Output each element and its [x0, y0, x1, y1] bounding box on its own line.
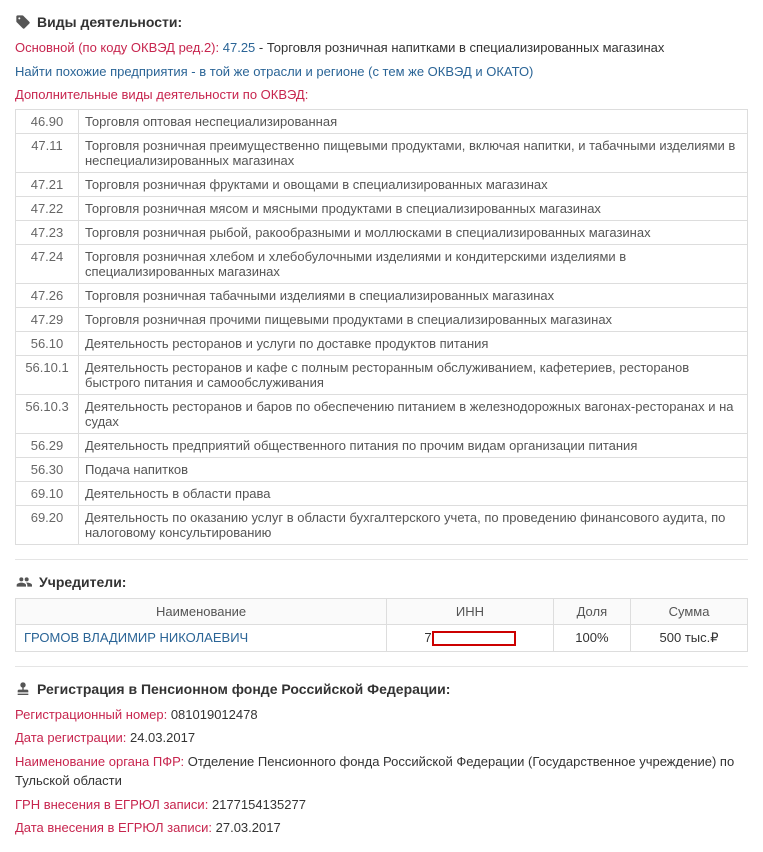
okved-code: 47.23 [16, 220, 79, 244]
okved-code: 69.10 [16, 481, 79, 505]
inn-redacted [432, 631, 516, 646]
pfr-header: Регистрация в Пенсионном фонде Российско… [15, 681, 748, 697]
okved-desc: Деятельность предприятий общественного п… [79, 433, 748, 457]
users-icon [15, 574, 33, 590]
okved-desc: Торговля розничная прочими пищевыми прод… [79, 307, 748, 331]
col-sum: Сумма [631, 598, 748, 624]
founders-header: Учредители: [15, 574, 748, 590]
founder-name-cell: ГРОМОВ ВЛАДИМИР НИКОЛАЕВИЧ [16, 624, 387, 651]
okved-desc: Торговля розничная фруктами и овощами в … [79, 172, 748, 196]
activities-header: Виды деятельности: [15, 14, 748, 30]
table-row: 56.10.1Деятельность ресторанов и кафе с … [16, 355, 748, 394]
okved-code: 47.24 [16, 244, 79, 283]
okved-code: 56.10 [16, 331, 79, 355]
okved-code: 47.26 [16, 283, 79, 307]
table-row: 69.10Деятельность в области права [16, 481, 748, 505]
pfr-regnum-value: 081019012478 [171, 707, 258, 722]
okved-code: 47.11 [16, 133, 79, 172]
table-row: 47.11Торговля розничная преимущественно … [16, 133, 748, 172]
founders-title: Учредители: [39, 574, 126, 590]
pfr-grn-line: ГРН внесения в ЕГРЮЛ записи: 21771541352… [15, 795, 748, 815]
pfr-regdate-line: Дата регистрации: 24.03.2017 [15, 728, 748, 748]
activities-title: Виды деятельности: [37, 14, 182, 30]
main-activity-label: Основной (по коду ОКВЭД ред.2): [15, 40, 219, 55]
okved-desc: Торговля розничная табачными изделиями в… [79, 283, 748, 307]
table-row: 69.20Деятельность по оказанию услуг в об… [16, 505, 748, 544]
okved-desc: Торговля оптовая неспециализированная [79, 109, 748, 133]
pfr-title: Регистрация в Пенсионном фонде Российско… [37, 681, 450, 697]
main-activity-desc: - Торговля розничная напитками в специал… [259, 40, 664, 55]
okved-desc: Торговля розничная рыбой, ракообразными … [79, 220, 748, 244]
main-activity-line: Основной (по коду ОКВЭД ред.2): 47.25 - … [15, 38, 748, 58]
okved-code: 46.90 [16, 109, 79, 133]
col-inn: ИНН [387, 598, 554, 624]
pfr-grn-label: ГРН внесения в ЕГРЮЛ записи: [15, 797, 208, 812]
table-row: 47.22Торговля розничная мясом и мясными … [16, 196, 748, 220]
similar-companies-link[interactable]: Найти похожие предприятия - в той же отр… [15, 64, 533, 79]
okved-desc: Торговля розничная мясом и мясными проду… [79, 196, 748, 220]
founder-sum-cell: 500 тыс.₽ [631, 624, 748, 651]
col-name: Наименование [16, 598, 387, 624]
okved-desc: Торговля розничная преимущественно пищев… [79, 133, 748, 172]
similar-line: Найти похожие предприятия - в той же отр… [15, 62, 748, 82]
founders-table: Наименование ИНН Доля Сумма ГРОМОВ ВЛАДИ… [15, 598, 748, 652]
okved-desc: Деятельность в области права [79, 481, 748, 505]
pfr-regdate-label: Дата регистрации: [15, 730, 126, 745]
table-row: 56.10.3Деятельность ресторанов и баров п… [16, 394, 748, 433]
table-row: ГРОМОВ ВЛАДИМИР НИКОЛАЕВИЧ 7 100%500 тыс.₽ [16, 624, 748, 651]
pfr-grn-value: 2177154135277 [212, 797, 306, 812]
stamp-icon [15, 681, 31, 697]
okved-code: 56.10.3 [16, 394, 79, 433]
okved-table: 46.90Торговля оптовая неспециализированн… [15, 109, 748, 545]
table-row: 47.24Торговля розничная хлебом и хлебобу… [16, 244, 748, 283]
okved-code: 56.29 [16, 433, 79, 457]
table-row: 47.23Торговля розничная рыбой, ракообраз… [16, 220, 748, 244]
okved-code: 69.20 [16, 505, 79, 544]
main-activity-code-link[interactable]: 47.25 [223, 40, 256, 55]
pfr-org-label: Наименование органа ПФР: [15, 754, 184, 769]
okved-desc: Деятельность ресторанов и кафе с полным … [79, 355, 748, 394]
table-row: 56.30Подача напитков [16, 457, 748, 481]
okved-code: 47.29 [16, 307, 79, 331]
table-row: 46.90Торговля оптовая неспециализированн… [16, 109, 748, 133]
table-row: 47.21Торговля розничная фруктами и овоща… [16, 172, 748, 196]
tag-icon [15, 14, 31, 30]
okved-desc: Деятельность по оказанию услуг в области… [79, 505, 748, 544]
pfr-regdate-value: 24.03.2017 [130, 730, 195, 745]
table-row: 47.29Торговля розничная прочими пищевыми… [16, 307, 748, 331]
okved-code: 47.22 [16, 196, 79, 220]
founder-share-cell: 100% [553, 624, 630, 651]
pfr-grndate-value: 27.03.2017 [216, 820, 281, 835]
pfr-regnum-line: Регистрационный номер: 081019012478 [15, 705, 748, 725]
okved-desc: Деятельность ресторанов и баров по обесп… [79, 394, 748, 433]
okved-code: 47.21 [16, 172, 79, 196]
additional-activities-label: Дополнительные виды деятельности по ОКВЭ… [15, 85, 748, 105]
table-row: 56.10Деятельность ресторанов и услуги по… [16, 331, 748, 355]
divider [15, 666, 748, 667]
okved-desc: Деятельность ресторанов и услуги по дост… [79, 331, 748, 355]
pfr-org-line: Наименование органа ПФР: Отделение Пенси… [15, 752, 748, 791]
pfr-grndate-label: Дата внесения в ЕГРЮЛ записи: [15, 820, 212, 835]
founder-name-link[interactable]: ГРОМОВ ВЛАДИМИР НИКОЛАЕВИЧ [24, 630, 248, 645]
okved-desc: Подача напитков [79, 457, 748, 481]
okved-desc: Торговля розничная хлебом и хлебобулочны… [79, 244, 748, 283]
table-row: 56.29Деятельность предприятий общественн… [16, 433, 748, 457]
okved-code: 56.30 [16, 457, 79, 481]
okved-code: 56.10.1 [16, 355, 79, 394]
table-row: 47.26Торговля розничная табачными издели… [16, 283, 748, 307]
pfr-grndate-line: Дата внесения в ЕГРЮЛ записи: 27.03.2017 [15, 818, 748, 838]
col-share: Доля [553, 598, 630, 624]
pfr-regnum-label: Регистрационный номер: [15, 707, 167, 722]
divider [15, 559, 748, 560]
inn-prefix: 7 [424, 630, 431, 645]
founder-inn-cell: 7 [387, 624, 554, 651]
